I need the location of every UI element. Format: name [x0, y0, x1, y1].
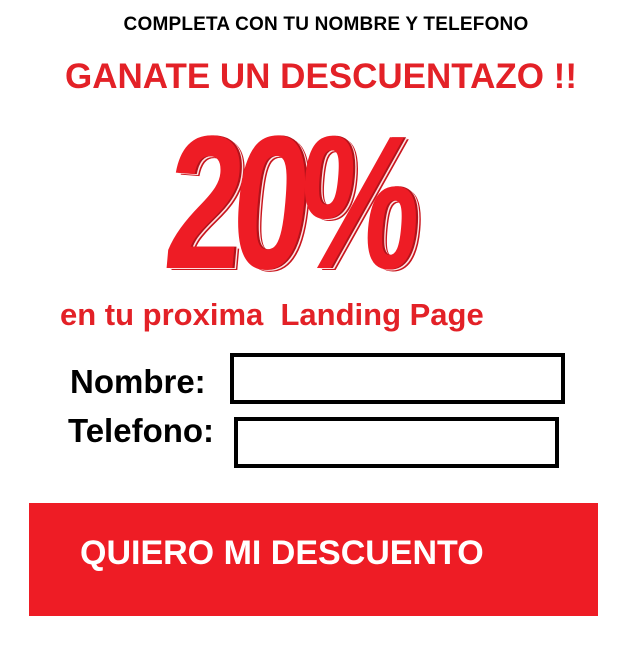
phone-input[interactable] [234, 417, 559, 468]
phone-label: Telefono: [68, 412, 215, 449]
name-label: Nombre: [70, 363, 206, 400]
name-input[interactable] [230, 353, 565, 404]
discount-percentage: 20% [158, 97, 421, 309]
promo-headline: GANATE UN DESCUENTAZO !! [64, 57, 577, 96]
get-discount-button-label: QUIERO MI DESCUENTO [80, 534, 484, 572]
promo-instruction: COMPLETA CON TU NOMBRE Y TELEFONO [123, 14, 529, 35]
get-discount-button[interactable]: QUIERO MI DESCUENTO [29, 503, 598, 616]
promo-subline: en tu proxima Landing Page [60, 297, 484, 332]
